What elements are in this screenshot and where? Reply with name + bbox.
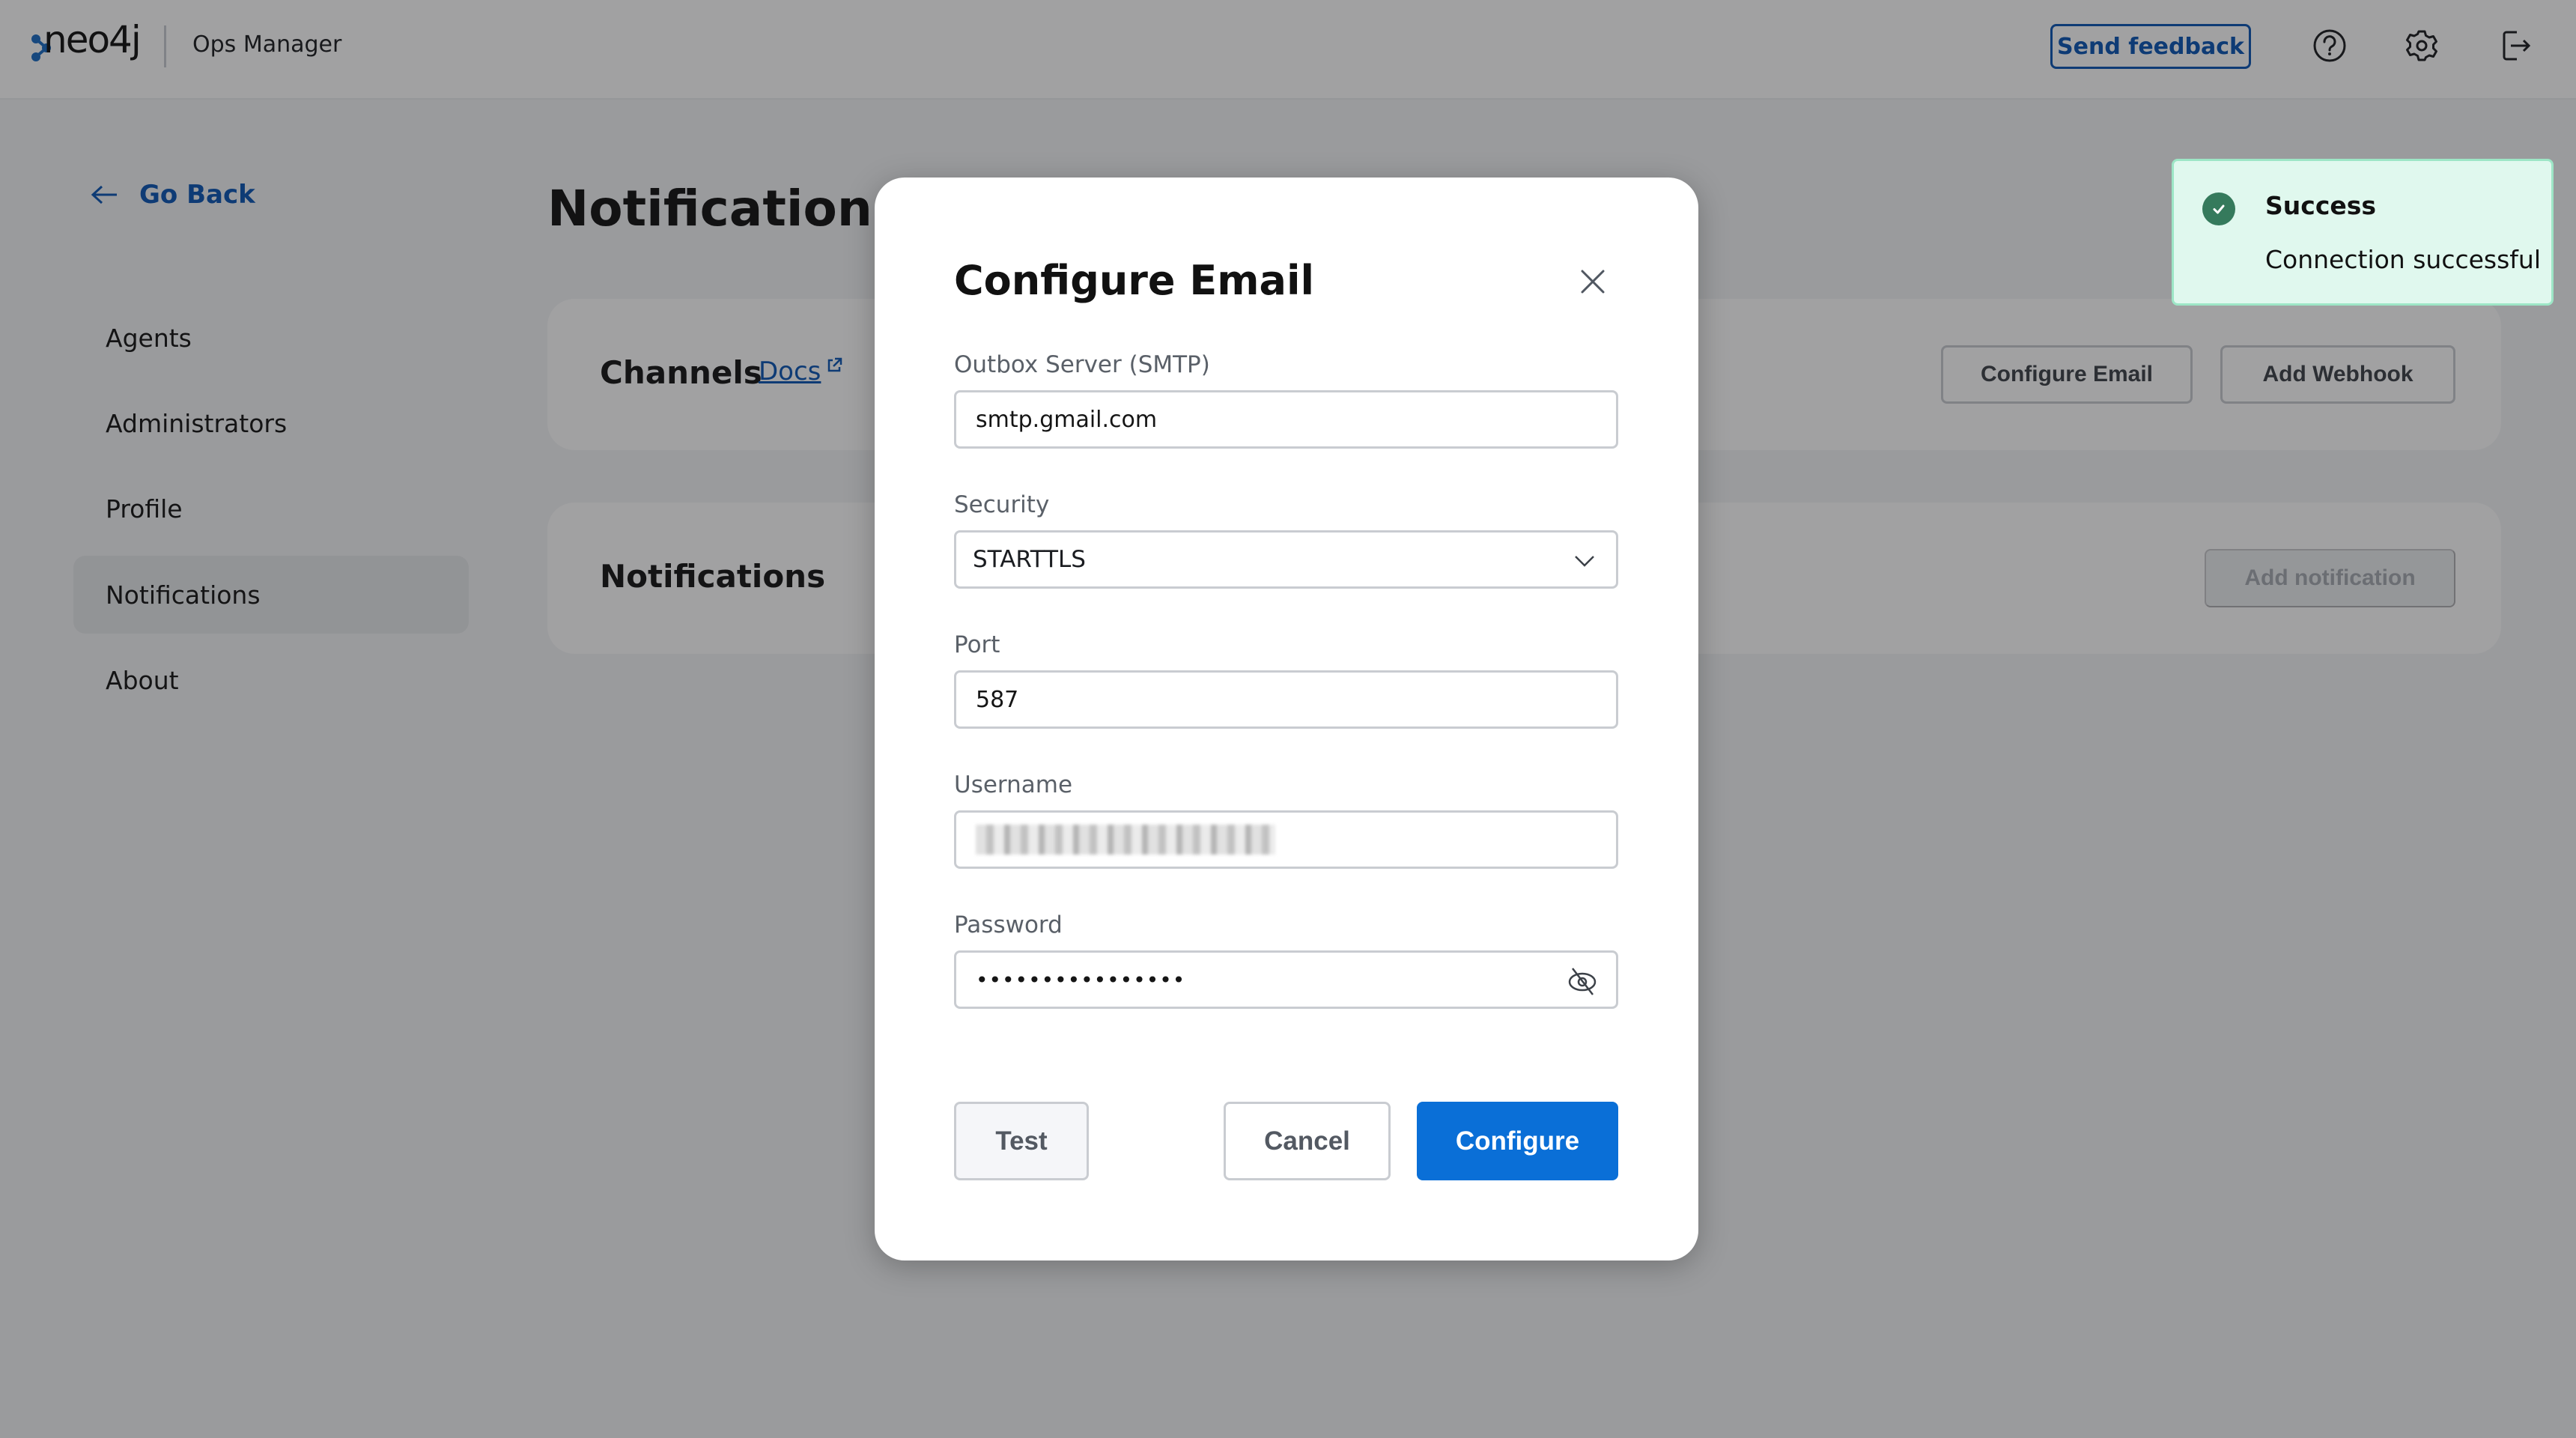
dialog-title: Configure Email: [954, 257, 1314, 304]
password-label: Password: [954, 911, 1063, 938]
toast-title: Success: [2265, 191, 2377, 220]
eye-off-icon: [1568, 968, 1597, 995]
redacted-username: [976, 825, 1275, 855]
port-value: 587: [976, 686, 1019, 713]
security-label: Security: [954, 491, 1050, 518]
smtp-server-value: smtp.gmail.com: [976, 406, 1158, 433]
toggle-password-visibility-button[interactable]: [1567, 966, 1598, 996]
password-masked-value: ••••••••••••••••: [976, 967, 1186, 992]
cancel-button[interactable]: Cancel: [1224, 1102, 1391, 1180]
chevron-down-icon: [1575, 556, 1594, 567]
close-icon: [1581, 270, 1605, 294]
configure-email-dialog: Configure Email Outbox Server (SMTP) smt…: [875, 178, 1698, 1260]
toast-message: Connection successful: [2265, 245, 2541, 274]
port-label: Port: [954, 631, 1000, 658]
port-input[interactable]: 587: [954, 670, 1618, 729]
smtp-label: Outbox Server (SMTP): [954, 351, 1210, 378]
username-label: Username: [954, 771, 1073, 798]
smtp-server-input[interactable]: smtp.gmail.com: [954, 390, 1618, 449]
close-dialog-button[interactable]: [1573, 261, 1613, 302]
success-toast: Success Connection successful: [2172, 159, 2554, 306]
test-connection-button[interactable]: Test: [954, 1102, 1089, 1180]
password-input[interactable]: ••••••••••••••••: [954, 950, 1618, 1009]
security-value: STARTTLS: [973, 546, 1086, 573]
username-input[interactable]: [954, 810, 1618, 869]
security-select[interactable]: STARTTLS: [954, 530, 1618, 589]
configure-button[interactable]: Configure: [1417, 1102, 1618, 1180]
check-circle-icon: [2202, 192, 2235, 225]
